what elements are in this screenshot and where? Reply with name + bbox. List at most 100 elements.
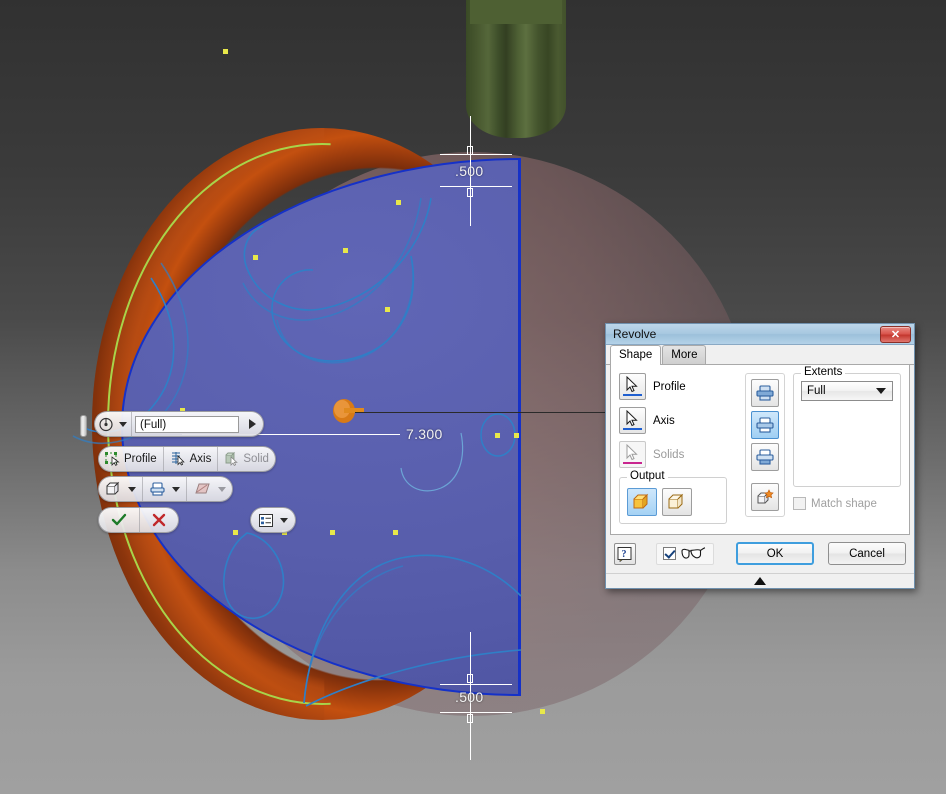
sketch-point	[253, 255, 258, 260]
join-operation-button[interactable]	[751, 379, 779, 407]
axis-picker-icon[interactable]	[619, 407, 646, 434]
mini-confirm-bar[interactable]	[98, 507, 179, 533]
match-shape-label: Match shape	[811, 497, 877, 510]
dim-top-witness-lower	[440, 186, 512, 187]
mini-options-dropdown[interactable]	[251, 508, 295, 532]
operation-strip[interactable]	[745, 373, 785, 517]
dialog-footer: ? OK Cancel	[606, 535, 914, 573]
dim-radius-value[interactable]: 7.300	[406, 426, 443, 442]
dim-top-arrow-upper	[467, 146, 473, 155]
join-operation-icon	[756, 384, 774, 401]
mini-axis-button[interactable]: Axis	[164, 447, 219, 471]
mini-extents-input[interactable]: (Full)	[135, 415, 239, 433]
profile-select-icon	[105, 452, 120, 466]
dim-bottom-witness-lower	[440, 712, 512, 713]
axis-selector-row[interactable]: Axis	[619, 407, 737, 434]
mini-profile-button[interactable]: Profile	[99, 447, 164, 471]
play-arrow-icon	[249, 419, 256, 429]
mini-selection-bar[interactable]: Profile Axis Solid	[98, 446, 276, 472]
close-icon[interactable]: ✕	[880, 325, 911, 343]
revolve-extents-icon	[99, 417, 113, 431]
output-group-title: Output	[627, 470, 668, 482]
dim-top-arrow-lower	[467, 188, 473, 197]
solid-cube-icon	[633, 493, 649, 509]
taper-icon	[195, 483, 210, 494]
help-button[interactable]: ?	[614, 542, 636, 565]
triangle-up-icon	[754, 577, 766, 585]
solids-picker-icon	[619, 441, 646, 468]
mini-profile-label: Profile	[124, 453, 157, 465]
tab-shape[interactable]: Shape	[610, 345, 662, 365]
mini-taper-dropdown	[187, 477, 232, 501]
cancel-button[interactable]: Cancel	[828, 542, 906, 565]
sketch-point	[393, 530, 398, 535]
sketch-point	[385, 307, 390, 312]
chevron-down-icon	[128, 486, 136, 492]
intersect-operation-icon	[756, 448, 774, 465]
mini-toolbar-drag-grip[interactable]	[80, 415, 87, 437]
mini-cancel-button[interactable]	[140, 508, 178, 532]
application-window: .500 7.300 .500 (Full) Profile Axis Soli…	[0, 0, 946, 794]
surface-output-button[interactable]	[662, 488, 692, 516]
dim-bottom-value[interactable]: .500	[455, 689, 483, 705]
mini-solid-button: Solid	[218, 447, 275, 471]
dim-bottom-witness-upper	[440, 684, 512, 685]
dim-bottom-arrow-lower	[467, 714, 473, 723]
mini-options-bar[interactable]	[98, 476, 233, 502]
axis-accent-bar	[623, 428, 642, 430]
solid-select-icon	[225, 452, 239, 466]
stem-top-cap	[470, 0, 562, 24]
mini-solid-label: Solid	[243, 453, 269, 465]
selection-column: Profile Axis Solids Output	[619, 373, 737, 524]
match-shape-checkbox	[793, 497, 806, 510]
revolve-mini-toolbar[interactable]: (Full) Profile Axis Solid	[80, 410, 340, 535]
extents-group: Extents Full	[793, 366, 901, 487]
sketch-point	[540, 709, 545, 714]
intersect-operation-button[interactable]	[751, 443, 779, 471]
mini-ok-button[interactable]	[99, 508, 140, 532]
extents-select[interactable]: Full	[801, 381, 893, 401]
sketch-point	[343, 248, 348, 253]
mini-operation-dropdown[interactable]	[143, 477, 187, 501]
svg-text:?: ?	[622, 549, 627, 560]
cursor-arrow-icon	[626, 410, 638, 427]
dialog-expander-button[interactable]	[606, 573, 914, 588]
mini-output-dropdown[interactable]	[99, 477, 143, 501]
cube-icon	[106, 481, 120, 495]
revolve-dialog[interactable]: Revolve ✕ Shape More Profile Axis Solids…	[605, 323, 915, 589]
chevron-down-icon	[119, 421, 127, 427]
ok-button[interactable]: OK	[736, 542, 814, 565]
profile-picker-icon[interactable]	[619, 373, 646, 400]
tab-more[interactable]: More	[662, 345, 707, 364]
mini-extents-mode-button[interactable]	[95, 412, 132, 436]
solids-accent-bar	[623, 462, 642, 464]
profile-selector-row[interactable]: Profile	[619, 373, 737, 400]
dim-top-value[interactable]: .500	[455, 163, 483, 179]
dialog-title: Revolve	[613, 327, 657, 341]
chevron-down-icon	[218, 486, 226, 492]
sketch-point	[223, 49, 228, 54]
extents-selected-value: Full	[807, 385, 826, 397]
new-solid-operation-button[interactable]	[751, 483, 779, 511]
dim-bottom-arrow-upper	[467, 674, 473, 683]
preview-toggle[interactable]	[656, 542, 714, 565]
cut-operation-button[interactable]	[751, 411, 779, 439]
dialog-tab-strip[interactable]: Shape More	[606, 345, 914, 365]
preview-checkbox[interactable]	[663, 547, 676, 560]
list-options-icon	[259, 513, 273, 527]
solid-output-button[interactable]	[627, 488, 657, 516]
cut-operation-icon	[150, 482, 165, 496]
help-icon: ?	[617, 546, 632, 562]
dialog-body: Profile Axis Solids Output Extents Full …	[610, 365, 910, 535]
match-shape-row: Match shape	[793, 497, 901, 510]
solids-label: Solids	[653, 448, 685, 461]
profile-label: Profile	[653, 380, 686, 393]
sketch-point	[396, 200, 401, 205]
mini-more-options-bar[interactable]	[250, 507, 296, 533]
mini-extents-bar[interactable]: (Full)	[94, 411, 264, 437]
dim-top-witness-upper	[440, 154, 512, 155]
dialog-title-bar[interactable]: Revolve ✕	[606, 324, 914, 345]
cut-operation-icon	[756, 416, 774, 433]
mini-extents-apply-button[interactable]	[242, 412, 263, 436]
surface-cube-icon	[668, 493, 684, 509]
